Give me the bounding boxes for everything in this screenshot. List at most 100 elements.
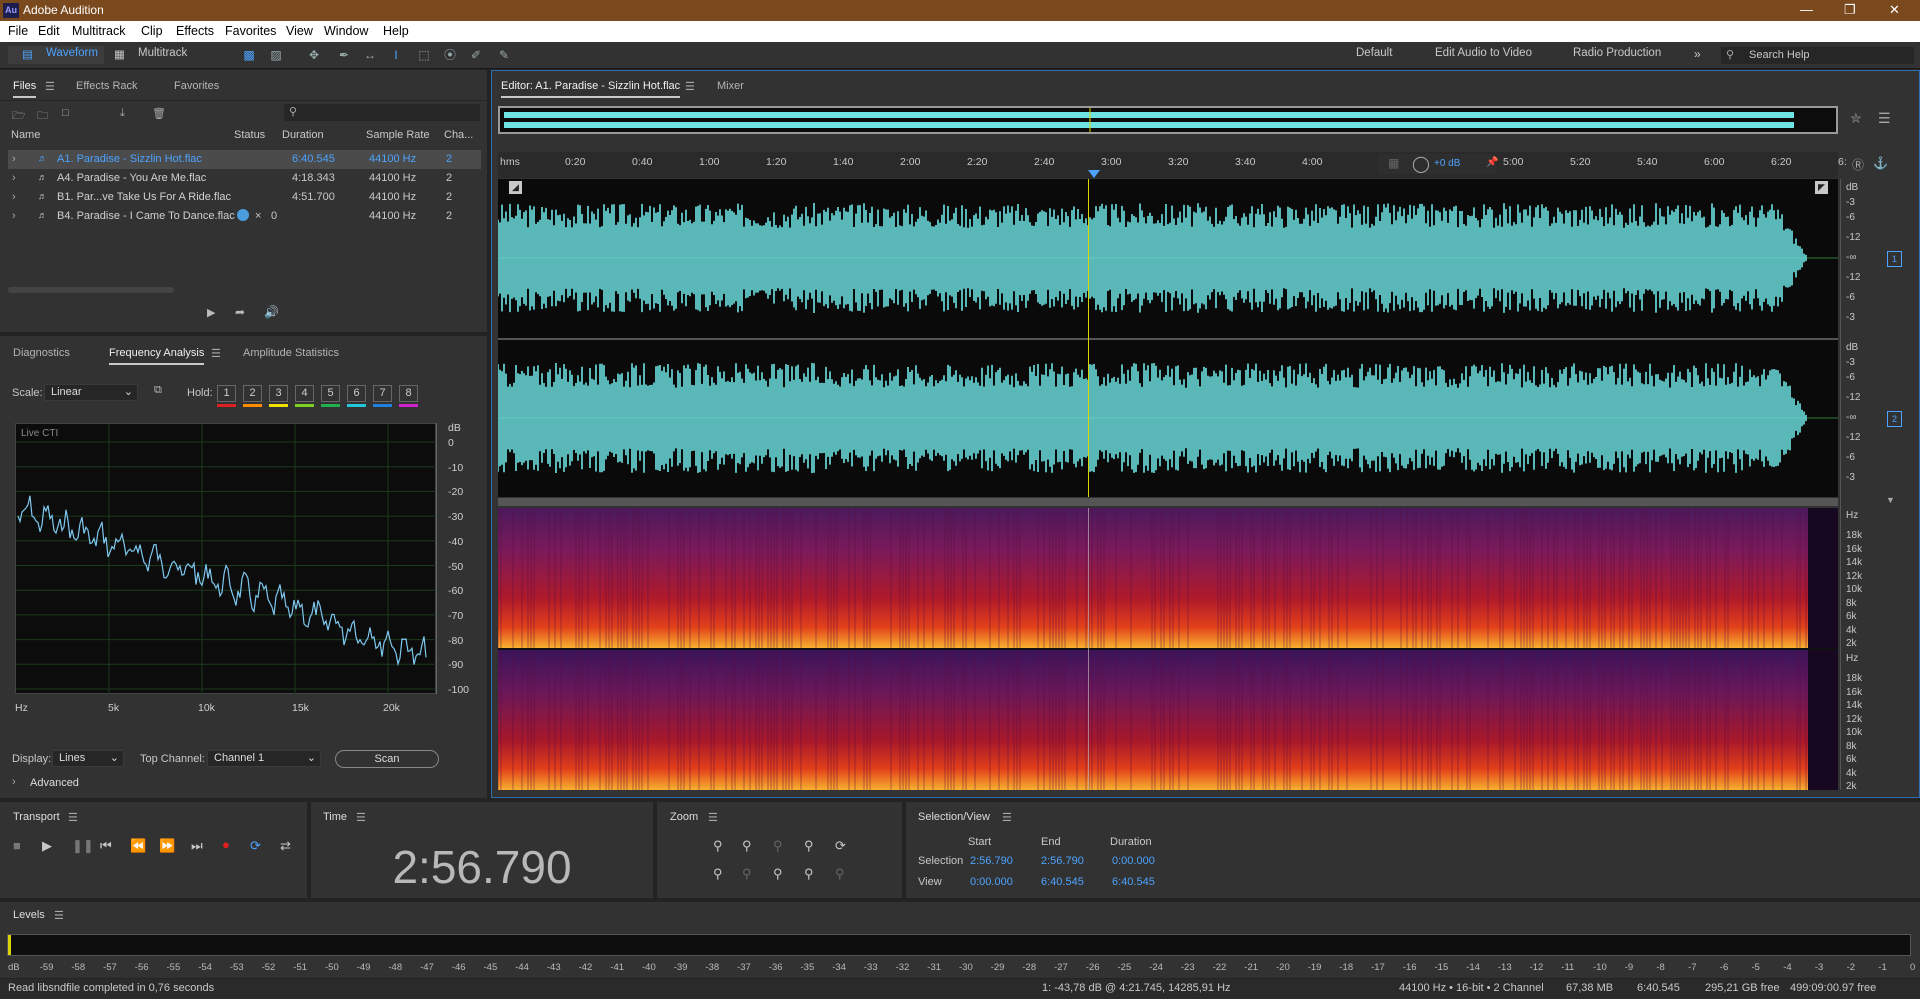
spot-healing-icon[interactable]: ✎	[496, 48, 512, 62]
tab-files[interactable]: Files	[13, 80, 37, 98]
overview-navigator[interactable]	[498, 106, 1838, 134]
zoom-out-time-icon[interactable]: ⚲	[742, 866, 752, 882]
expand-chevron-icon[interactable]: ›	[12, 191, 16, 203]
file-row[interactable]: › ♬ A4. Paradise - You Are Me.flac 4:18.…	[8, 169, 481, 188]
menu-effects[interactable]: Effects	[176, 24, 214, 38]
waveform-area[interactable]: ◢ ◤	[498, 179, 1838, 497]
headphones-icon[interactable]: Ⓡ	[1852, 156, 1864, 173]
zoom-in-point-icon[interactable]: ⚲	[773, 838, 783, 854]
marquee-tool-icon[interactable]: ⬚	[416, 48, 432, 62]
channel-2-toggle[interactable]: 2	[1887, 411, 1902, 427]
more-workspaces-icon[interactable]: »	[1694, 47, 1701, 61]
view-start[interactable]: 0:00.000	[970, 876, 1013, 888]
tab-effects-rack[interactable]: Effects Rack	[76, 80, 138, 92]
zoom-full-icon[interactable]: ⚲	[804, 866, 814, 882]
hold-button-6[interactable]: 6	[347, 385, 366, 402]
zoom-out-point-icon[interactable]: ⚲	[804, 838, 814, 854]
menu-view[interactable]: View	[286, 24, 313, 38]
menu-multitrack[interactable]: Multitrack	[72, 24, 125, 38]
menu-file[interactable]: File	[8, 24, 28, 38]
loop-playback-icon[interactable]: ⟳	[250, 838, 261, 854]
tab-frequency-analysis[interactable]: Frequency Analysis	[109, 347, 205, 365]
menu-clip[interactable]: Clip	[141, 24, 163, 38]
rewind-icon[interactable]: ⏪	[130, 838, 146, 854]
tab-amplitude-statistics[interactable]: Amplitude Statistics	[243, 347, 339, 359]
go-to-end-icon[interactable]: ⏭	[191, 838, 203, 854]
display-dropdown[interactable]: Lines ⌄	[52, 750, 124, 767]
scale-dropdown[interactable]: Linear ⌄	[44, 384, 138, 401]
selection-duration[interactable]: 0:00.000	[1112, 855, 1155, 867]
col-name[interactable]: Name	[11, 129, 40, 141]
scan-button[interactable]: Scan	[335, 750, 439, 768]
record-icon[interactable]: ●	[222, 837, 230, 852]
collapse-icon[interactable]: ◤	[1815, 181, 1828, 194]
delete-icon[interactable]: 🗑	[152, 107, 166, 120]
file-row[interactable]: › ♬ B4. Paradise - I Came To Dance.flac …	[8, 207, 481, 226]
tab-favorites[interactable]: Favorites	[174, 80, 219, 92]
workspace-default[interactable]: Default	[1356, 47, 1392, 59]
zoom-reset-icon[interactable]: ⟳	[835, 838, 846, 854]
go-to-start-icon[interactable]: ⏮	[100, 838, 112, 854]
col-sample-rate[interactable]: Sample Rate	[366, 129, 430, 141]
time-selection-tool-icon[interactable]: I	[388, 48, 404, 62]
hold-button-1[interactable]: 1	[217, 385, 236, 402]
play-preview-icon[interactable]: ▶	[207, 306, 215, 319]
panel-menu-icon[interactable]: ☰	[211, 347, 221, 360]
razor-tool-icon[interactable]: ✒	[336, 48, 352, 62]
stop-icon[interactable]: ■	[13, 838, 21, 853]
cancel-load-icon[interactable]: ×	[255, 210, 261, 222]
waveform-view-button[interactable]: ▤ Waveform	[8, 46, 104, 64]
expand-chevron-icon[interactable]: ›	[12, 210, 16, 222]
hud-gain[interactable]: ▦ ◯ +0 dB 📌	[1378, 154, 1498, 174]
lasso-tool-icon[interactable]: ⦿	[442, 48, 458, 62]
fast-forward-icon[interactable]: ⏩	[159, 838, 175, 854]
close-icon[interactable]: ✕	[1889, 2, 1900, 18]
expand-chevron-icon[interactable]: ›	[12, 153, 16, 165]
tab-mixer[interactable]: Mixer	[717, 80, 744, 92]
loop-preview-icon[interactable]: ➦	[235, 305, 245, 319]
pin-icon[interactable]: 📌	[1486, 157, 1498, 168]
channel-1-toggle[interactable]: 1	[1887, 251, 1902, 267]
skip-selection-icon[interactable]: ⇄	[280, 838, 291, 854]
workspace-radio-production[interactable]: Radio Production	[1573, 47, 1661, 59]
zoom-out-amplitude-icon[interactable]: ⚲	[713, 866, 723, 882]
advanced-toggle[interactable]: Advanced	[30, 777, 79, 789]
list-icon[interactable]: ☰	[1878, 110, 1891, 127]
play-icon[interactable]: ▶	[42, 838, 52, 854]
pause-icon[interactable]: ❚❚	[72, 838, 94, 854]
spectral-frequency-icon[interactable]: ▩	[241, 48, 257, 62]
zoom-selection-icon[interactable]: ⚲	[773, 866, 783, 882]
new-file-icon[interactable]: □	[62, 107, 69, 119]
search-help-field[interactable]: ⚲ Search Help	[1721, 47, 1914, 64]
zoom-ctrl-icon[interactable]: ✮	[1850, 110, 1862, 127]
brush-tool-icon[interactable]: ✐	[468, 48, 484, 62]
minimize-icon[interactable]: —	[1800, 2, 1813, 17]
selection-end[interactable]: 2:56.790	[1041, 855, 1084, 867]
workspace-edit-audio-to-video[interactable]: Edit Audio to Video	[1435, 47, 1532, 59]
expand-icon[interactable]: ◢	[509, 181, 522, 194]
view-end[interactable]: 6:40.545	[1041, 876, 1084, 888]
chevron-right-icon[interactable]: ›	[12, 776, 16, 788]
hold-button-3[interactable]: 3	[269, 385, 288, 402]
gain-value[interactable]: +0 dB	[1434, 158, 1460, 169]
open-file-icon[interactable]: 🗁	[12, 107, 26, 126]
menu-help[interactable]: Help	[383, 24, 409, 38]
col-status[interactable]: Status	[234, 129, 265, 141]
menu-favorites[interactable]: Favorites	[225, 24, 276, 38]
zoom-in-amplitude-icon[interactable]: ⚲	[713, 838, 723, 854]
zoom-to-selection-icon[interactable]: ⚲	[835, 866, 845, 882]
spectrogram-area[interactable]	[498, 508, 1838, 790]
slip-tool-icon[interactable]: ↔	[362, 48, 378, 62]
hold-button-7[interactable]: 7	[373, 385, 392, 402]
insert-icon[interactable]: ⤓	[120, 107, 125, 120]
panel-menu-icon[interactable]: ☰	[54, 909, 64, 922]
zoom-in-time-icon[interactable]: ⚲	[742, 838, 752, 854]
chevron-down-icon[interactable]: ▼	[1886, 495, 1895, 505]
view-divider[interactable]	[498, 498, 1838, 506]
restore-icon[interactable]: ❐	[1844, 2, 1856, 18]
panel-menu-icon[interactable]: ☰	[1002, 811, 1012, 824]
autoplay-icon[interactable]: 🔊	[264, 305, 279, 319]
hold-button-4[interactable]: 4	[295, 385, 314, 402]
panel-menu-icon[interactable]: ☰	[708, 811, 718, 824]
view-duration[interactable]: 6:40.545	[1112, 876, 1155, 888]
